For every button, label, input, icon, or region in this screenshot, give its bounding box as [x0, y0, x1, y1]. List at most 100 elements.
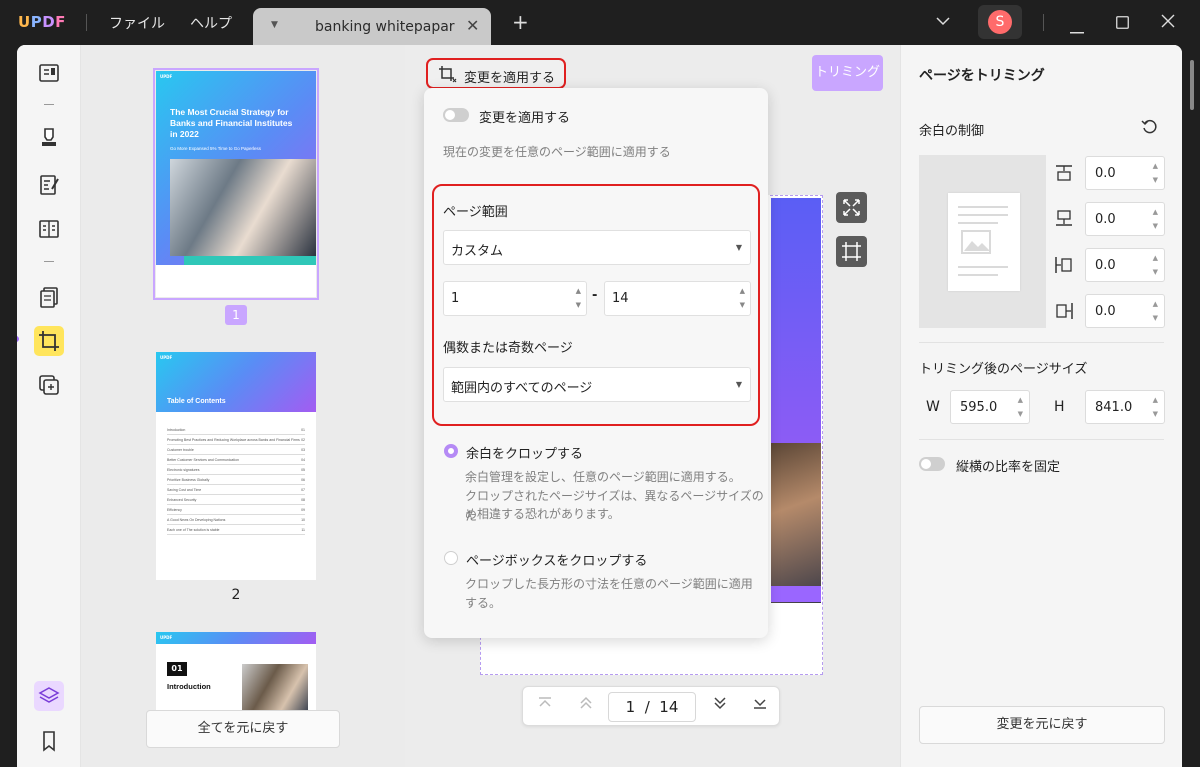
- toc-item: A Good News On Developing Nations: [167, 518, 226, 522]
- height-label: H: [1054, 399, 1065, 415]
- scrollbar[interactable]: [1190, 60, 1194, 110]
- crop-apply-icon: [438, 65, 458, 87]
- lock-ratio-label: 縦横の比率を固定: [956, 460, 1061, 475]
- toc-rule: [167, 454, 305, 455]
- margin-right-icon: [1054, 301, 1074, 321]
- crop-margins-radio[interactable]: [444, 444, 458, 458]
- thumb-1-accent: [184, 256, 316, 265]
- form-icon[interactable]: [37, 217, 61, 241]
- thumb-3-title: Introduction: [167, 682, 211, 691]
- first-page-icon[interactable]: [537, 695, 553, 715]
- even-odd-title: 偶数または奇数ページ: [443, 341, 573, 356]
- toc-item-number: 05: [301, 468, 305, 472]
- toc-rule: [167, 534, 305, 535]
- apply-changes-button[interactable]: 変更を適用する: [426, 58, 566, 89]
- toc-item: Introduction: [167, 428, 186, 432]
- crop-icon[interactable]: [37, 329, 61, 353]
- toc-item-number: 09: [301, 508, 305, 512]
- page-tools-icon[interactable]: [37, 373, 61, 397]
- even-odd-select[interactable]: 範囲内のすべてのページ ▼: [443, 367, 751, 402]
- thumb-logo: UPDF: [160, 635, 173, 640]
- crop-settings-panel: ページをトリミング 余白の制御 0.0▲▼ 0.0▲▼ 0.0▲▼: [900, 45, 1182, 767]
- lock-ratio-toggle[interactable]: [919, 457, 945, 471]
- divider: [44, 261, 54, 262]
- crop-box-icon[interactable]: [836, 236, 867, 267]
- reset-margin-icon[interactable]: [1141, 118, 1159, 140]
- toc-item: Prioritize Business Globally: [167, 478, 210, 482]
- margin-right-field[interactable]: 0.0 ▲ ▼: [1085, 294, 1165, 328]
- page-accent-strip: [771, 586, 821, 602]
- tab-dropdown-icon[interactable]: ▼: [271, 20, 278, 30]
- previous-page-icon[interactable]: [578, 695, 594, 715]
- title-bar: UPDF ファイル ヘルプ ▼ banking whitepapar ✕ + S: [0, 0, 1200, 45]
- toc-item-number: 01: [301, 428, 305, 432]
- range-to-input[interactable]: 14 ▲ ▼: [604, 281, 751, 316]
- new-tab-icon[interactable]: +: [512, 12, 529, 32]
- toc-item: Efficiency: [167, 508, 182, 512]
- apply-changes-label: 変更を適用する: [464, 71, 556, 86]
- menu-file[interactable]: ファイル: [109, 13, 165, 33]
- crop-preview: [919, 155, 1046, 328]
- page-header-gradient: [771, 198, 821, 443]
- toc-item: Better Customer Services and Communicati…: [167, 458, 239, 462]
- toc-rule: [167, 494, 305, 495]
- toc-rule: [167, 514, 305, 515]
- undo-changes-button[interactable]: 変更を元に戻す: [919, 706, 1165, 744]
- toc-item: Enhanced Security: [167, 498, 197, 502]
- crop-preview-page: [948, 193, 1020, 291]
- minimize-icon[interactable]: [1070, 20, 1084, 38]
- trim-button[interactable]: トリミング: [812, 55, 883, 91]
- margin-control-title: 余白の制御: [919, 124, 985, 139]
- margin-bottom-icon: [1054, 209, 1074, 229]
- margin-left-icon: [1054, 255, 1074, 275]
- margin-left-field[interactable]: 0.0 ▲ ▼: [1085, 248, 1165, 282]
- bookmark-icon[interactable]: [37, 729, 61, 753]
- thumbnail-page-2[interactable]: UPDF Table of Contents Introduction 01 Pro…: [156, 352, 316, 580]
- thumbnail-page-3[interactable]: UPDF 01 Introduction: [156, 632, 316, 712]
- edit-pdf-icon[interactable]: [37, 173, 61, 197]
- maximize-icon[interactable]: [1116, 15, 1129, 33]
- range-from-input[interactable]: 1 ▲ ▼: [443, 281, 587, 316]
- chevron-down-icon[interactable]: [936, 12, 950, 30]
- dropdown-caret-icon: ▼: [735, 243, 742, 252]
- margin-top-field[interactable]: 0.0 ▲ ▼: [1085, 156, 1165, 190]
- close-tab-icon[interactable]: ✕: [466, 16, 479, 35]
- thumb-logo: UPDF: [160, 355, 173, 360]
- active-indicator: [17, 336, 19, 342]
- toc-item: Saving Cost and Time: [167, 488, 202, 492]
- close-window-icon[interactable]: [1161, 14, 1175, 32]
- reader-icon[interactable]: [37, 61, 61, 85]
- last-page-icon[interactable]: [752, 695, 768, 715]
- page-2-label: 2: [231, 587, 241, 603]
- page-range-select[interactable]: カスタム ▼: [443, 230, 751, 265]
- organize-pages-icon[interactable]: [37, 285, 61, 309]
- thumbnail-page-1[interactable]: UPDF The Most Crucial Strategy for Banks…: [153, 68, 319, 300]
- reset-all-button[interactable]: 全てを元に戻す: [146, 710, 340, 748]
- document-tab[interactable]: ▼ banking whitepapar ✕: [253, 8, 491, 45]
- margin-bottom-field[interactable]: 0.0 ▲ ▼: [1085, 202, 1165, 236]
- page-number-input[interactable]: 1 / 14: [608, 692, 696, 722]
- crop-page-box-radio[interactable]: [444, 551, 458, 565]
- avatar[interactable]: S: [988, 10, 1012, 34]
- toc-item: Promoting Best Practices and Reducing Wo…: [167, 438, 300, 442]
- next-page-icon[interactable]: [712, 695, 728, 715]
- height-field[interactable]: 841.0 ▲ ▼: [1085, 390, 1165, 424]
- apply-changes-toggle[interactable]: [443, 108, 469, 122]
- layers-icon[interactable]: [37, 684, 61, 708]
- crop-margins-label: 余白をクロップする: [466, 447, 584, 462]
- app-logo: UPDF: [18, 13, 66, 31]
- toc-rule: [167, 504, 305, 505]
- fit-selection-icon[interactable]: [836, 192, 867, 223]
- toc-rule: [167, 444, 305, 445]
- thumb-logo: UPDF: [160, 74, 173, 79]
- menu-help[interactable]: ヘルプ: [190, 13, 232, 33]
- thumb-1-photo: [170, 159, 316, 256]
- range-separator: -: [592, 288, 598, 303]
- width-label: W: [926, 399, 940, 415]
- crop-margins-desc-3: め相違する恐れがあります。: [465, 507, 620, 521]
- toc-item-number: 10: [301, 518, 305, 522]
- toc-rule: [167, 464, 305, 465]
- width-field[interactable]: 595.0 ▲ ▼: [950, 390, 1030, 424]
- highlighter-icon[interactable]: [37, 125, 61, 149]
- panel-title: ページをトリミング: [919, 68, 1045, 84]
